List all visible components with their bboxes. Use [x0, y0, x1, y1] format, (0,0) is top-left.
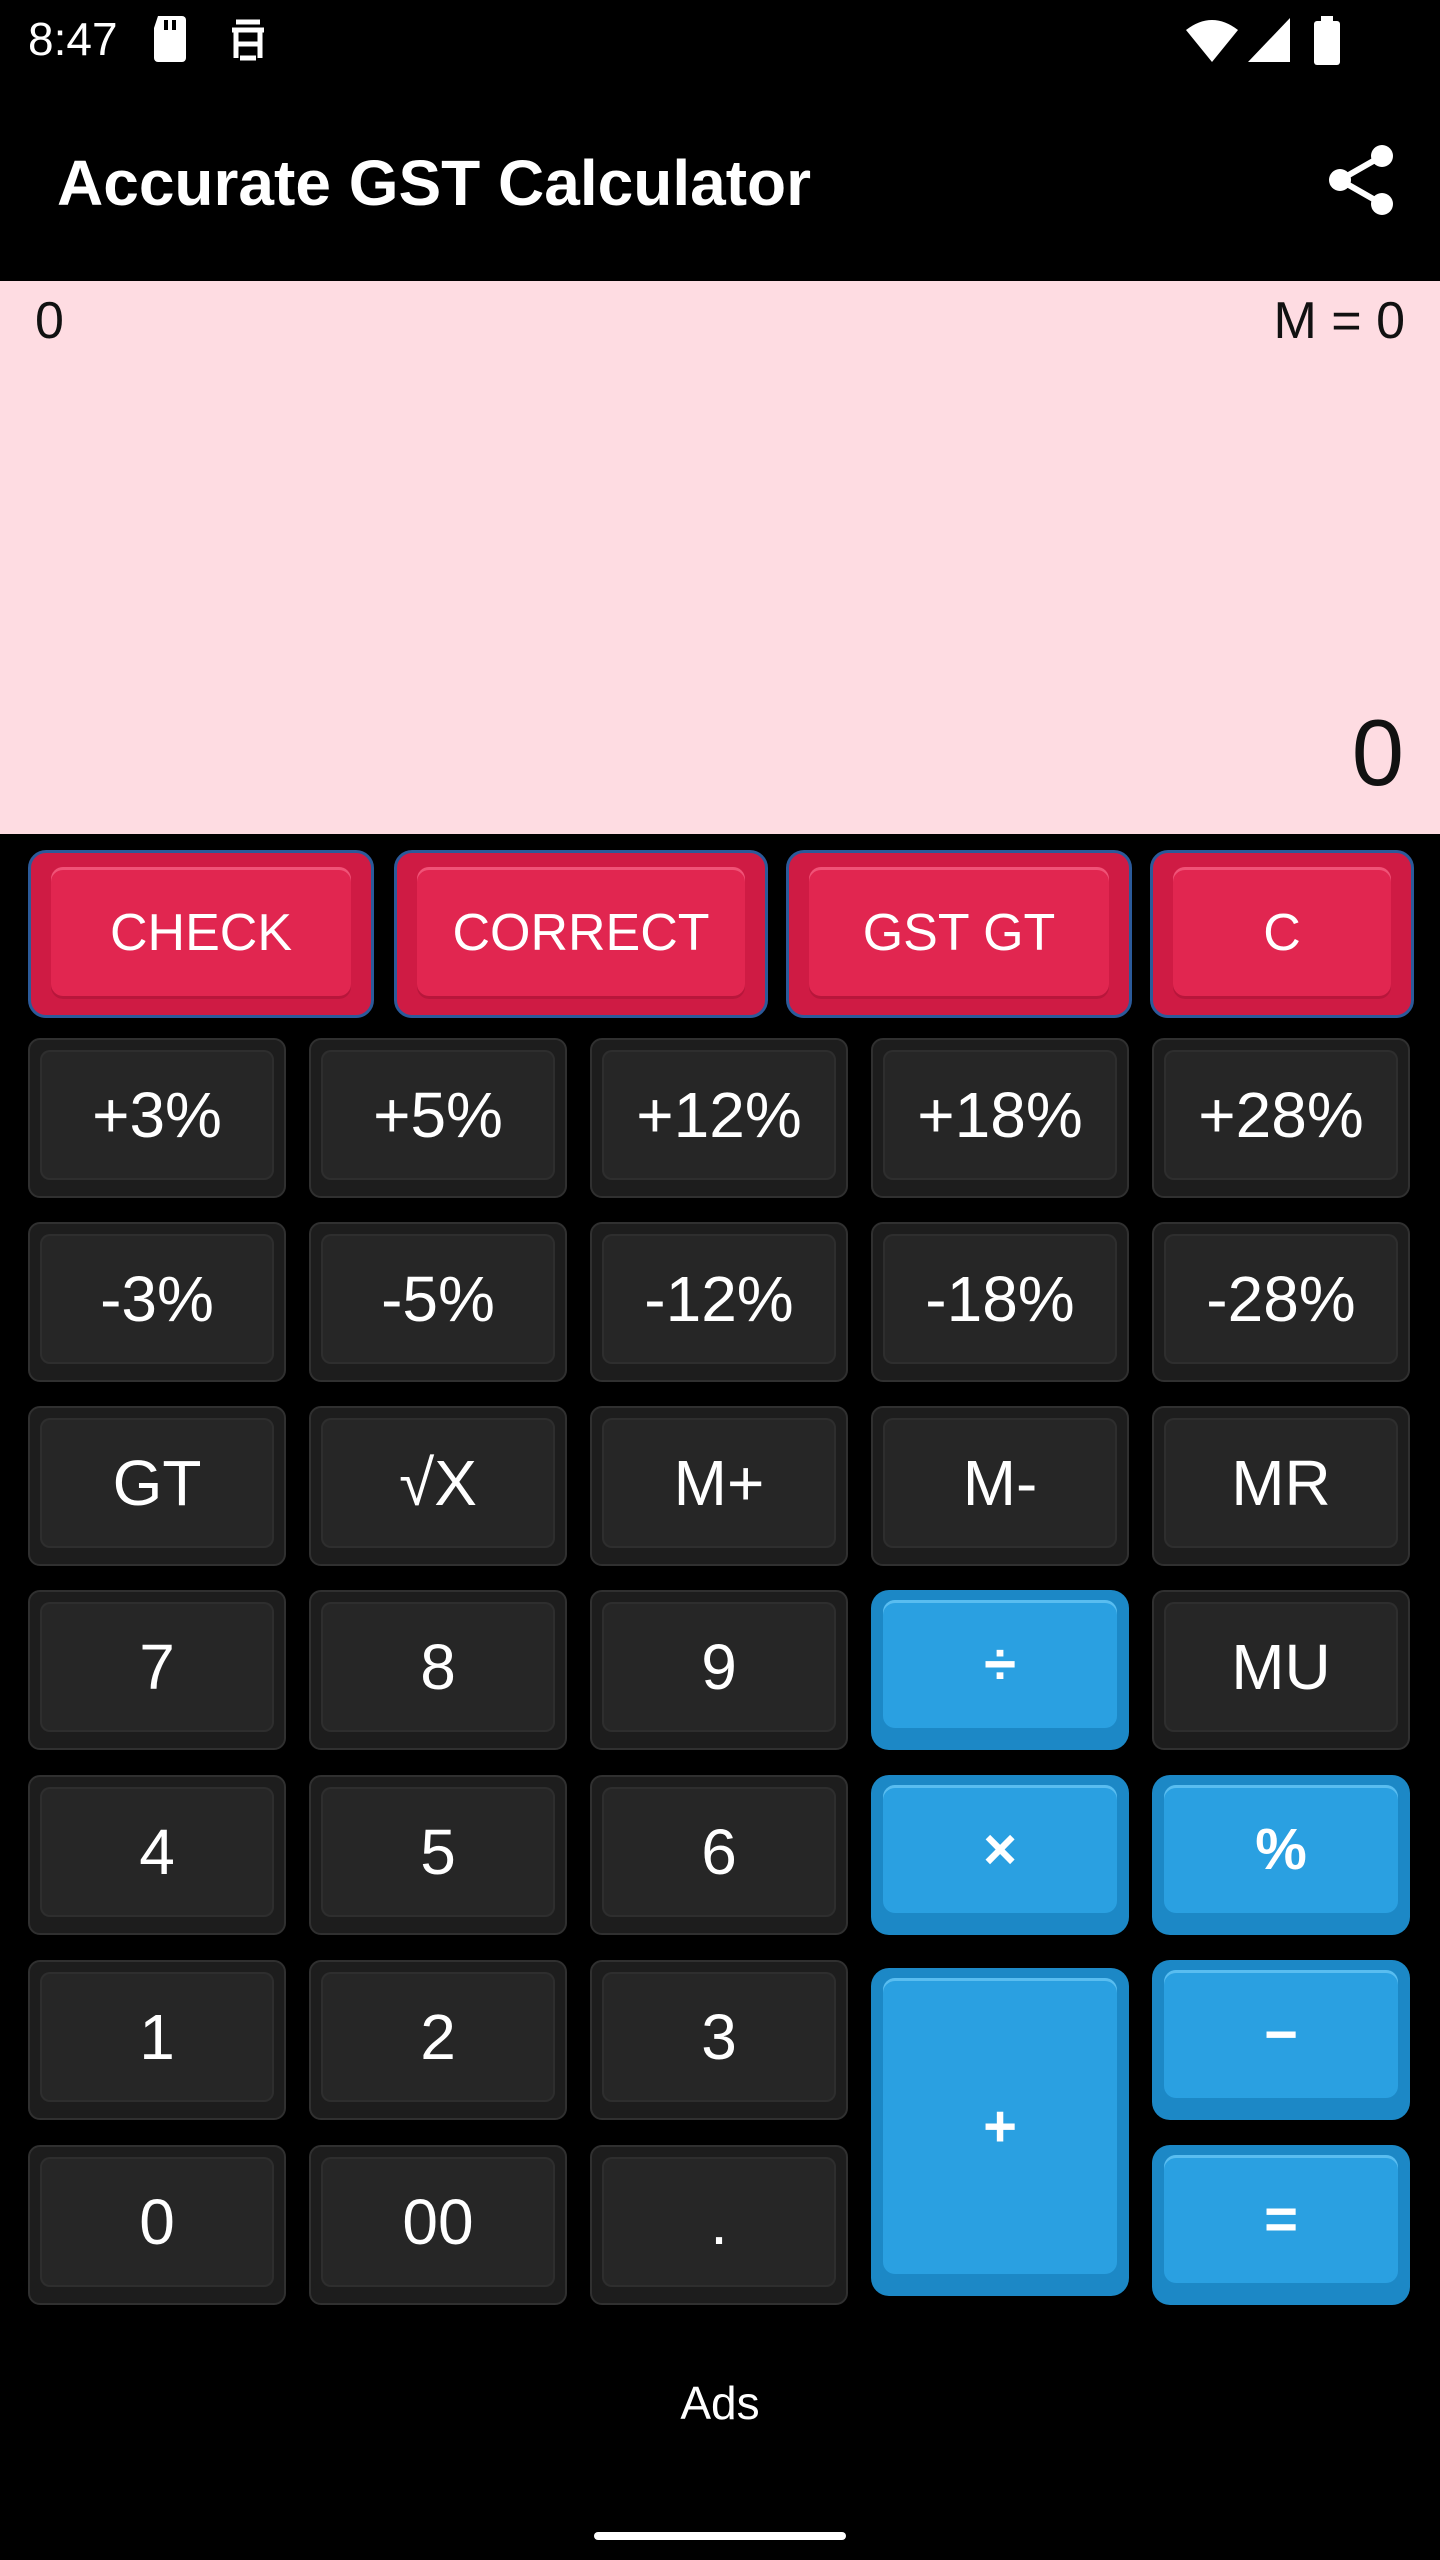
- app-bar: Accurate GST Calculator: [0, 84, 1440, 280]
- memory-plus-button[interactable]: M+: [590, 1406, 848, 1566]
- grand-total-button[interactable]: GT: [28, 1406, 286, 1566]
- digit-8-label: 8: [321, 1602, 555, 1732]
- digit-6-button[interactable]: 6: [590, 1775, 848, 1935]
- memory-plus-label: M+: [602, 1418, 836, 1548]
- correct-button-label: CORRECT: [417, 867, 745, 999]
- status-bar: 8:47: [0, 0, 1440, 84]
- gst-gt-button[interactable]: GST GT: [786, 850, 1132, 1018]
- subtract-18-percent-label: -18%: [883, 1234, 1117, 1364]
- digit-1-label: 1: [40, 1972, 274, 2102]
- memory-minus-label: M-: [883, 1418, 1117, 1548]
- subtract-12-percent-button[interactable]: -12%: [590, 1222, 848, 1382]
- markup-button[interactable]: MU: [1152, 1590, 1410, 1750]
- add-label: +: [883, 1978, 1117, 2274]
- double-zero-label: 00: [321, 2157, 555, 2287]
- digit-4-button[interactable]: 4: [28, 1775, 286, 1935]
- memory-text: M = 0: [1273, 292, 1406, 350]
- equals-button[interactable]: =: [1152, 2145, 1410, 2305]
- add-12-percent-button[interactable]: +12%: [590, 1038, 848, 1198]
- subtract-28-percent-label: -28%: [1164, 1234, 1398, 1364]
- divide-button[interactable]: ÷: [871, 1590, 1129, 1750]
- add-18-percent-label: +18%: [883, 1050, 1117, 1180]
- add-28-percent-label: +28%: [1164, 1050, 1398, 1180]
- face-icon: [232, 19, 264, 61]
- wifi-icon: [1186, 20, 1238, 62]
- correct-button[interactable]: CORRECT: [394, 850, 768, 1018]
- digit-7-button[interactable]: 7: [28, 1590, 286, 1750]
- add-5-percent-label: +5%: [321, 1050, 555, 1180]
- share-icon[interactable]: [1324, 142, 1400, 218]
- digit-9-label: 9: [602, 1602, 836, 1732]
- digit-7-label: 7: [40, 1602, 274, 1732]
- clear-button[interactable]: C: [1150, 850, 1414, 1018]
- clear-button-label: C: [1173, 867, 1391, 999]
- expression-text: 0: [35, 292, 64, 350]
- digit-2-label: 2: [321, 1972, 555, 2102]
- digit-1-button[interactable]: 1: [28, 1960, 286, 2120]
- digit-0-button[interactable]: 0: [28, 2145, 286, 2305]
- add-5-percent-button[interactable]: +5%: [309, 1038, 567, 1198]
- home-indicator[interactable]: [594, 2532, 846, 2540]
- subtract-3-percent-label: -3%: [40, 1234, 274, 1364]
- subtract-label: −: [1164, 1970, 1398, 2098]
- decimal-button[interactable]: .: [590, 2145, 848, 2305]
- equals-label: =: [1164, 2155, 1398, 2283]
- digit-5-label: 5: [321, 1787, 555, 1917]
- digit-5-button[interactable]: 5: [309, 1775, 567, 1935]
- square-root-button[interactable]: √X: [309, 1406, 567, 1566]
- add-12-percent-label: +12%: [602, 1050, 836, 1180]
- add-18-percent-button[interactable]: +18%: [871, 1038, 1129, 1198]
- add-28-percent-button[interactable]: +28%: [1152, 1038, 1410, 1198]
- gst-gt-button-label: GST GT: [809, 867, 1109, 999]
- digit-4-label: 4: [40, 1787, 274, 1917]
- memory-recall-label: MR: [1164, 1418, 1398, 1548]
- signal-icon: [1248, 18, 1290, 62]
- add-3-percent-button[interactable]: +3%: [28, 1038, 286, 1198]
- percent-button[interactable]: %: [1152, 1775, 1410, 1935]
- digit-9-button[interactable]: 9: [590, 1590, 848, 1750]
- digit-8-button[interactable]: 8: [309, 1590, 567, 1750]
- calculator-display: 0 M = 0 0: [0, 281, 1440, 834]
- percent-label: %: [1164, 1785, 1398, 1913]
- battery-icon: [1314, 16, 1340, 65]
- multiply-button[interactable]: ×: [871, 1775, 1129, 1935]
- square-root-label: √X: [321, 1418, 555, 1548]
- ads-label[interactable]: Ads: [0, 2376, 1440, 2430]
- subtract-5-percent-button[interactable]: -5%: [309, 1222, 567, 1382]
- memory-recall-button[interactable]: MR: [1152, 1406, 1410, 1566]
- status-time: 8:47: [28, 13, 118, 65]
- result-text: 0: [1351, 700, 1404, 805]
- digit-0-label: 0: [40, 2157, 274, 2287]
- digit-6-label: 6: [602, 1787, 836, 1917]
- page-title: Accurate GST Calculator: [57, 147, 811, 219]
- subtract-button[interactable]: −: [1152, 1960, 1410, 2120]
- divide-label: ÷: [883, 1600, 1117, 1728]
- check-button[interactable]: CHECK: [28, 850, 374, 1018]
- markup-label: MU: [1164, 1602, 1398, 1732]
- multiply-label: ×: [883, 1785, 1117, 1913]
- add-3-percent-label: +3%: [40, 1050, 274, 1180]
- digit-2-button[interactable]: 2: [309, 1960, 567, 2120]
- memory-minus-button[interactable]: M-: [871, 1406, 1129, 1566]
- subtract-3-percent-button[interactable]: -3%: [28, 1222, 286, 1382]
- grand-total-label: GT: [40, 1418, 274, 1548]
- double-zero-button[interactable]: 00: [309, 2145, 567, 2305]
- subtract-12-percent-label: -12%: [602, 1234, 836, 1364]
- sd-card-icon: [154, 16, 186, 62]
- add-button[interactable]: +: [871, 1968, 1129, 2296]
- decimal-label: .: [602, 2157, 836, 2287]
- subtract-5-percent-label: -5%: [321, 1234, 555, 1364]
- subtract-28-percent-button[interactable]: -28%: [1152, 1222, 1410, 1382]
- subtract-18-percent-button[interactable]: -18%: [871, 1222, 1129, 1382]
- digit-3-button[interactable]: 3: [590, 1960, 848, 2120]
- digit-3-label: 3: [602, 1972, 836, 2102]
- check-button-label: CHECK: [51, 867, 351, 999]
